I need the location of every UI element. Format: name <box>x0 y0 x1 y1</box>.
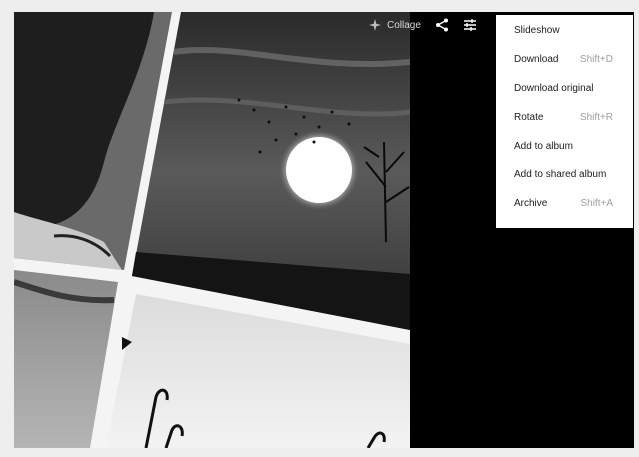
collage-button[interactable]: Collage <box>369 19 421 31</box>
menu-item-label: Add to album <box>514 140 573 152</box>
collage-label: Collage <box>387 19 421 31</box>
menu-item-add-to-album[interactable]: Add to album <box>496 132 633 161</box>
edit-button[interactable] <box>463 18 477 32</box>
menu-item-shortcut: Shift+A <box>580 198 613 210</box>
menu-item-archive[interactable]: Archive Shift+A <box>496 189 633 218</box>
menu-item-shortcut: Shift+D <box>579 53 613 65</box>
menu-item-download[interactable]: Download Shift+D <box>496 45 633 74</box>
tune-icon <box>463 19 476 31</box>
more-options-menu: Slideshow Download Shift+D Download orig… <box>496 15 633 228</box>
menu-item-shortcut: Shift+R <box>579 111 613 123</box>
menu-item-slideshow[interactable]: Slideshow <box>496 16 633 45</box>
menu-item-label: Add to shared album <box>514 169 607 181</box>
menu-item-label: Slideshow <box>514 24 560 36</box>
menu-item-rotate[interactable]: Rotate Shift+R <box>496 103 633 132</box>
menu-item-label: Download original <box>514 82 594 94</box>
share-icon <box>435 18 448 32</box>
collage-photo[interactable] <box>14 12 410 448</box>
share-button[interactable] <box>435 18 449 32</box>
menu-item-label: Archive <box>514 198 548 210</box>
menu-item-download-original[interactable]: Download original <box>496 74 633 103</box>
menu-item-label: Rotate <box>514 111 544 123</box>
viewer-toolbar: Collage <box>369 12 491 38</box>
menu-item-add-to-shared-album[interactable]: Add to shared album <box>496 160 633 189</box>
menu-item-label: Download <box>514 53 559 65</box>
photo-viewer: Collage Slideshow Download Shift+D Downl… <box>14 12 634 448</box>
sparkle-icon <box>369 19 381 31</box>
